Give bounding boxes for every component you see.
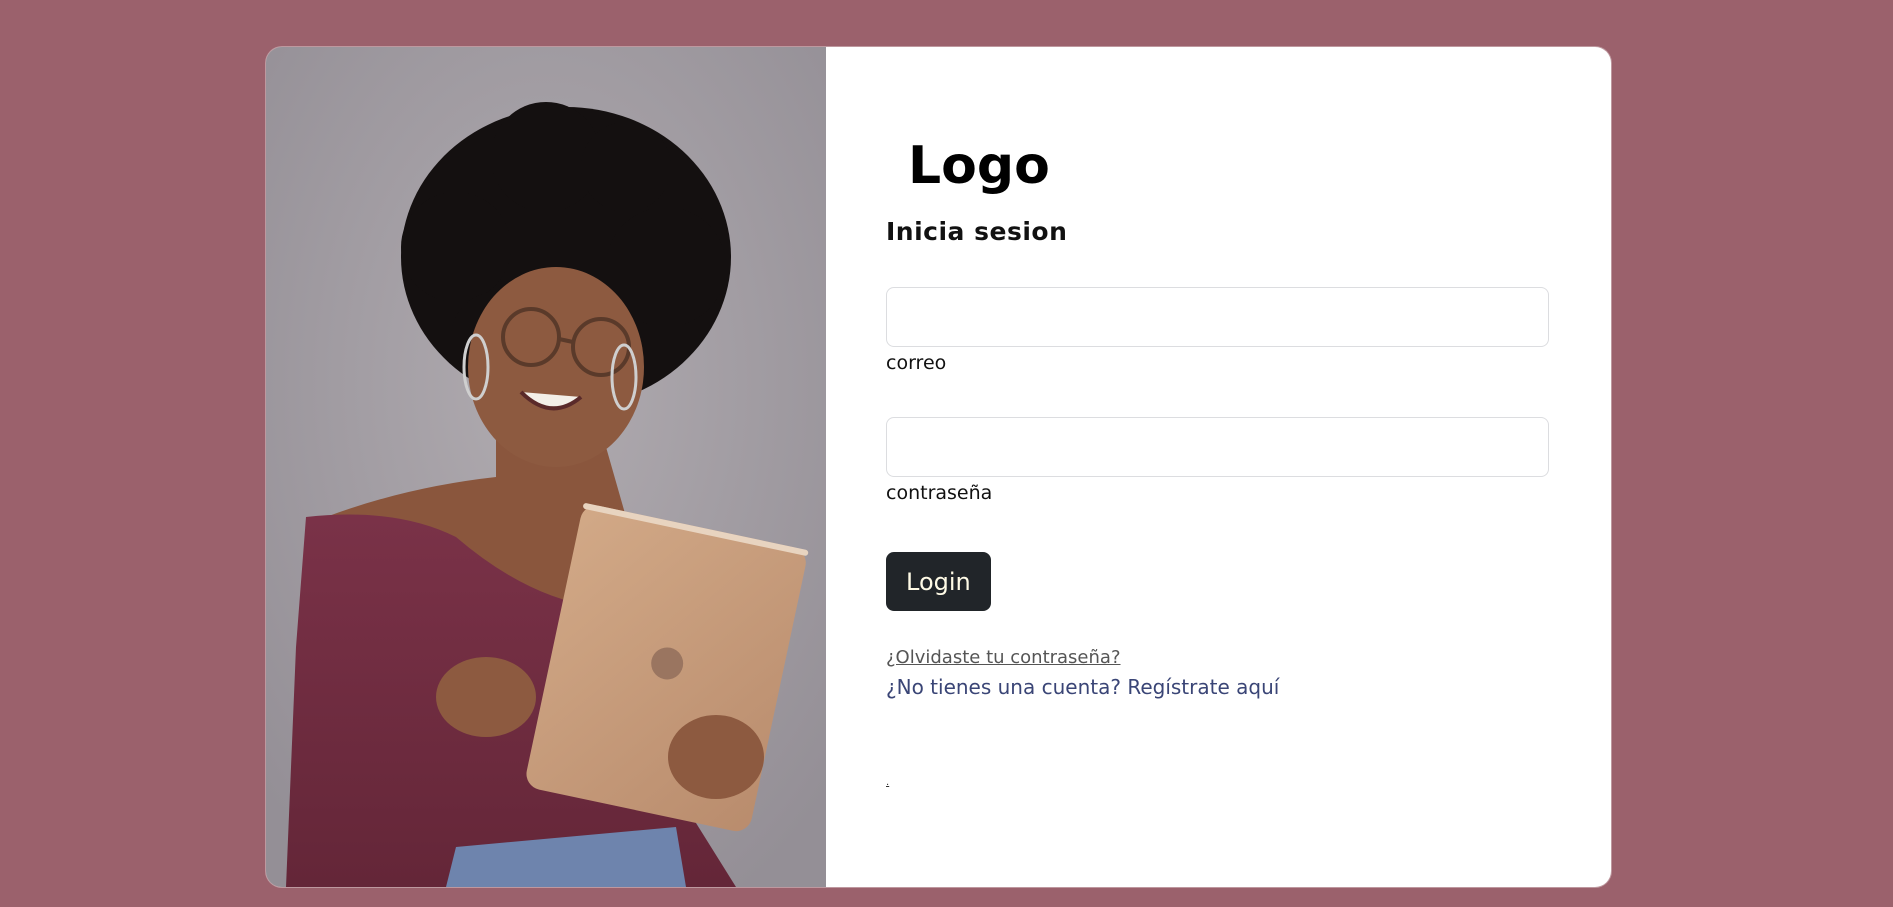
password-field[interactable] — [886, 417, 1549, 477]
logo: Logo — [908, 136, 1050, 196]
woman-with-tablet-photo — [266, 47, 826, 887]
email-field-group: correo — [886, 287, 1549, 374]
forgot-password-link[interactable]: ¿Olvidaste tu contraseña? — [886, 647, 1121, 668]
password-label: contraseña — [886, 482, 993, 504]
password-field-group: contraseña — [886, 417, 1549, 504]
login-form-panel: Logo Inicia sesion correo contraseña Log… — [826, 47, 1611, 887]
email-field[interactable] — [886, 287, 1549, 347]
email-label: correo — [886, 352, 947, 374]
register-link[interactable]: ¿No tienes una cuenta? Regístrate aquí — [886, 675, 1279, 699]
page-subtitle: Inicia sesion — [886, 217, 1068, 246]
tiny-link[interactable]: . — [886, 777, 889, 788]
login-button[interactable]: Login — [886, 552, 991, 611]
hero-photo — [266, 47, 826, 887]
login-card: Logo Inicia sesion correo contraseña Log… — [266, 47, 1611, 887]
